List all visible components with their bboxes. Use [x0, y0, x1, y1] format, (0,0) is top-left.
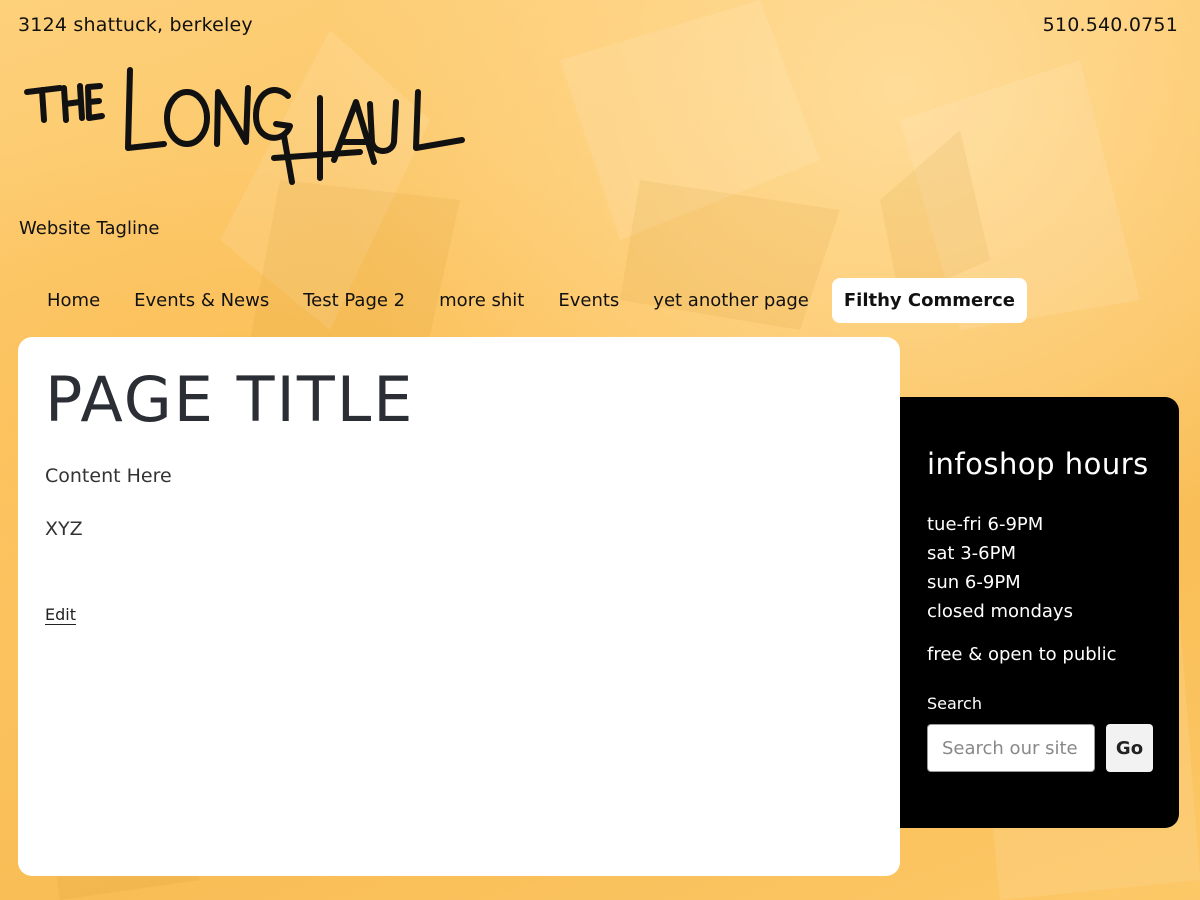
- hours-item: sat 3-6PM: [927, 543, 1016, 564]
- long-haul-logo-icon: [24, 67, 465, 185]
- sidebar-title: infoshop hours: [927, 447, 1149, 481]
- hours-item: tue-fri 6-9PM: [927, 514, 1044, 535]
- site-logo[interactable]: [22, 58, 472, 188]
- nav-item-filthy-commerce[interactable]: Filthy Commerce: [831, 278, 1027, 323]
- edit-link[interactable]: Edit: [45, 605, 76, 624]
- search-label: Search: [927, 694, 982, 713]
- hours-item: closed mondays: [927, 601, 1073, 622]
- nav-item-yet-another-page[interactable]: yet another page: [636, 278, 826, 323]
- search-input[interactable]: [927, 724, 1095, 772]
- page-title: PAGE TITLE: [45, 363, 415, 436]
- nav-item-events[interactable]: Events: [541, 278, 636, 323]
- phone-number[interactable]: 510.540.0751: [1043, 14, 1178, 36]
- content-paragraph: XYZ: [45, 518, 83, 540]
- nav-item-events-news[interactable]: Events & News: [117, 278, 286, 323]
- topbar: 3124 shattuck, berkeley 510.540.0751: [18, 14, 1178, 36]
- main-nav: Home Events & News Test Page 2 more shit…: [30, 278, 1027, 323]
- website-tagline: Website Tagline: [19, 218, 160, 239]
- address: 3124 shattuck, berkeley: [18, 14, 253, 36]
- content-paragraph: Content Here: [45, 465, 172, 487]
- nav-item-test-page-2[interactable]: Test Page 2: [286, 278, 422, 323]
- public-note: free & open to public: [927, 644, 1117, 665]
- sidebar: infoshop hours tue-fri 6-9PM sat 3-6PM s…: [900, 397, 1179, 828]
- hours-item: sun 6-9PM: [927, 572, 1021, 593]
- search-go-button[interactable]: Go: [1106, 724, 1153, 772]
- nav-item-more-shit[interactable]: more shit: [422, 278, 541, 323]
- hours-list: tue-fri 6-9PM sat 3-6PM sun 6-9PM closed…: [927, 510, 1073, 626]
- nav-item-home[interactable]: Home: [30, 278, 117, 323]
- main-content-card: PAGE TITLE Content Here XYZ Edit: [18, 337, 900, 876]
